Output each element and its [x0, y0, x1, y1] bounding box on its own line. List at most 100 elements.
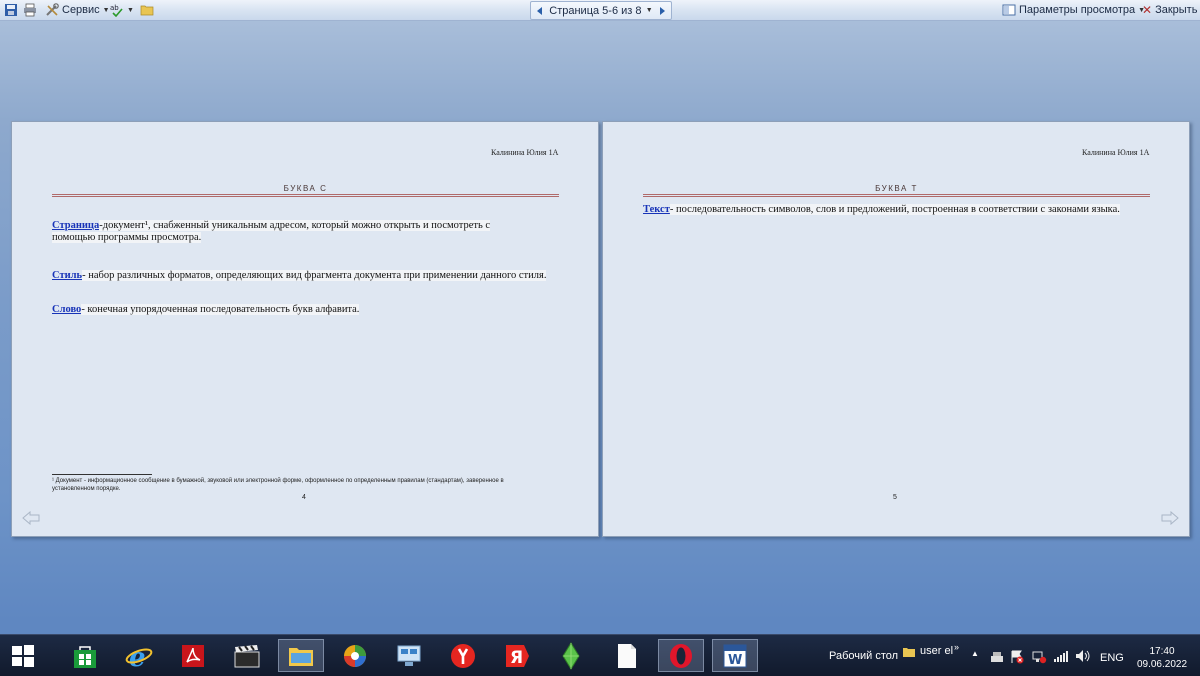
close-label: Закрыть: [1155, 4, 1198, 16]
internet-explorer-icon: e: [125, 643, 153, 670]
section-title: БУКВА С: [283, 184, 328, 193]
previous-page-arrow-icon[interactable]: [22, 511, 40, 525]
taskbar-picasa[interactable]: [332, 639, 378, 672]
taskbar-media-player[interactable]: [224, 639, 270, 672]
tools-icon: [46, 3, 59, 16]
footnote-separator: [52, 474, 152, 475]
plumbob-icon: [562, 641, 580, 670]
page-number: 4: [302, 494, 306, 501]
taskbar-word[interactable]: W: [712, 639, 758, 672]
clock-time: 17:40: [1149, 646, 1175, 657]
preview-toolbar: Сервис ▼ ab ▼ Страница 5-6 из 8 ▼ Параме…: [0, 0, 1200, 21]
taskbar-store[interactable]: [62, 639, 108, 672]
user-folder-label[interactable]: user el: [920, 645, 953, 657]
next-page-arrow-icon[interactable]: [1161, 511, 1179, 525]
glossary-entry: Страница-документ¹, снабженный уникальны…: [52, 220, 532, 244]
page-indicator[interactable]: Страница 5-6 из 8: [549, 5, 641, 17]
opera-icon: [670, 643, 692, 668]
entry-term[interactable]: Текст: [643, 204, 670, 215]
folder-icon: [140, 5, 154, 16]
save-button[interactable]: [4, 2, 18, 18]
usb-device-icon[interactable]: [990, 651, 1004, 663]
chevron-down-icon: ▼: [127, 6, 134, 14]
svg-text:e: e: [129, 643, 146, 670]
page-navigator: Страница 5-6 из 8 ▼: [530, 1, 672, 20]
signal-strength-icon[interactable]: [1053, 650, 1069, 662]
store-icon: [74, 645, 96, 668]
desktop-toolbar-label[interactable]: Рабочий стол: [829, 650, 898, 662]
taskbar-yandex-browser[interactable]: [440, 639, 486, 672]
close-button[interactable]: ✕ Закрыть: [1142, 2, 1197, 18]
taskbar: e Я W Рабочий стол user el » ▲ ENG 17:40: [0, 634, 1200, 676]
header-author: Калинина Юлия 1А: [1082, 148, 1150, 157]
taskbar-internet-explorer[interactable]: e: [116, 639, 162, 672]
clock-date: 09.06.2022: [1136, 659, 1188, 670]
glossary-entry: Стиль- набор различных форматов, определ…: [52, 270, 557, 282]
printer-icon: [24, 3, 36, 17]
action-center-icon[interactable]: [1010, 650, 1024, 664]
print-button[interactable]: [23, 2, 37, 18]
svg-text:Я: Я: [510, 648, 523, 668]
yandex-browser-icon: [451, 643, 475, 668]
header-rule: [643, 194, 1150, 195]
entry-term[interactable]: Слово: [52, 304, 81, 315]
section-title: БУКВА Т: [875, 184, 918, 193]
language-indicator[interactable]: ENG: [1100, 652, 1124, 664]
glossary-entry: Слово- конечная упорядоченная последоват…: [52, 304, 557, 316]
picasa-icon: [344, 644, 366, 667]
spelling-button[interactable]: ab ▼: [110, 2, 134, 18]
entry-definition: - последовательность символов, слов и пр…: [669, 204, 1120, 215]
close-icon: ✕: [1142, 3, 1153, 17]
entry-definition: - конечная упорядоченная последовательно…: [81, 304, 360, 315]
blank-document-icon: [618, 643, 636, 668]
volume-icon[interactable]: [1075, 649, 1091, 663]
header-rule: [52, 194, 559, 195]
header-author: Калинина Юлия 1А: [491, 148, 559, 157]
glossary-entry: Текст- последовательность символов, слов…: [643, 204, 1153, 216]
network-manager-icon: [397, 645, 421, 666]
more-toolbar-icon[interactable]: »: [954, 642, 959, 652]
taskbar-network-manager[interactable]: [386, 639, 432, 672]
view-options-button[interactable]: Параметры просмотра ▼: [1002, 2, 1145, 18]
open-folder-button[interactable]: [140, 2, 154, 18]
footnote: ¹ Документ - информационное сообщение в …: [52, 478, 504, 492]
page-number: 5: [893, 494, 897, 501]
view-options-label: Параметры просмотра: [1019, 4, 1136, 16]
word-icon: W: [723, 644, 747, 668]
header-rule: [52, 196, 559, 197]
chevron-down-icon: ▼: [102, 6, 110, 14]
taskbar-yandex[interactable]: Я: [494, 639, 540, 672]
taskbar-file-explorer[interactable]: [278, 639, 324, 672]
show-hidden-icons-icon[interactable]: ▲: [971, 649, 979, 658]
folder-icon: [289, 647, 313, 666]
entry-term[interactable]: Стиль: [52, 270, 82, 281]
entry-definition: - набор различных форматов, определяющих…: [82, 270, 547, 281]
chevron-down-icon[interactable]: ▼: [646, 7, 653, 14]
clock[interactable]: 17:40 09.06.2022: [1132, 645, 1192, 671]
svg-text:ab: ab: [110, 4, 119, 12]
acrobat-icon: [182, 644, 204, 667]
service-label: Сервис: [62, 4, 100, 16]
view-options-icon: [1002, 4, 1016, 16]
folder-icon: [903, 648, 915, 657]
entry-term[interactable]: Страница: [52, 220, 99, 231]
previous-page-icon[interactable]: [537, 6, 542, 15]
service-menu-button[interactable]: Сервис ▼: [45, 2, 110, 18]
windows-icon: [12, 644, 34, 667]
taskbar-opera[interactable]: [658, 639, 704, 672]
clapperboard-icon: [234, 644, 260, 667]
yandex-icon: Я: [506, 644, 529, 668]
page-left: Калинина Юлия 1А БУКВА С Страница-докуме…: [11, 121, 599, 537]
svg-text:W: W: [728, 653, 742, 668]
save-icon: [5, 4, 17, 16]
entry-definition: -документ¹, снабженный уникальным адресо…: [52, 220, 491, 243]
header-rule: [643, 196, 1150, 197]
start-button[interactable]: [0, 639, 46, 672]
spelling-icon: ab: [110, 4, 123, 17]
taskbar-blank-document[interactable]: [604, 639, 650, 672]
taskbar-sims[interactable]: [548, 639, 594, 672]
network-error-icon[interactable]: [1031, 650, 1047, 664]
taskbar-acrobat[interactable]: [170, 639, 216, 672]
page-right: Калинина Юлия 1А БУКВА Т Текст- последов…: [602, 121, 1190, 537]
next-page-icon[interactable]: [659, 6, 665, 15]
